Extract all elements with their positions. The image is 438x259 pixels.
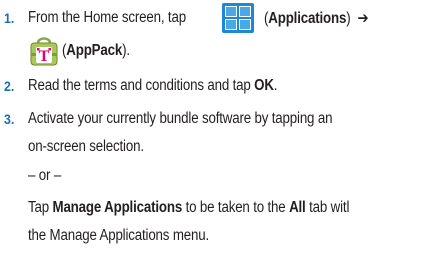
step-1-applications-label: (Applications) ➔ xyxy=(264,10,369,27)
step-1-number: 1. xyxy=(4,10,15,26)
appack-icon: T xyxy=(29,35,59,67)
instruction-document: 1. From the Home screen, tap (Applicatio… xyxy=(0,0,438,259)
applications-icon xyxy=(222,3,254,33)
step-2-line: Read the terms and conditions and tap OK… xyxy=(28,77,278,94)
step-3-line-1: Activate your currently bundle software … xyxy=(28,110,333,127)
all-tab-bold: All xyxy=(289,199,306,216)
ok-bold: OK xyxy=(254,77,274,94)
step-2-number: 2. xyxy=(4,78,15,94)
step-1-text: From the Home screen, tap xyxy=(28,9,186,26)
step-3-or-separator: – or – xyxy=(28,167,62,184)
manage-applications-bold: Manage Applications xyxy=(52,199,183,216)
svg-text:T: T xyxy=(39,48,50,65)
step-3-alt-line-2: the Manage Applications menu. xyxy=(28,227,210,244)
step-1-line-1: From the Home screen, tap xyxy=(28,9,186,27)
arrow-icon: ➔ xyxy=(357,10,369,27)
applications-bold: Applications xyxy=(268,10,347,27)
appack-bold: AppPack xyxy=(66,42,123,59)
step-3-line-2: on-screen selection. xyxy=(28,138,144,155)
step-1-appack-label: (AppPack). xyxy=(62,42,130,59)
step-3-alt-line-1: Tap Manage Applications to be taken to t… xyxy=(28,199,350,216)
step-3-number: 3. xyxy=(4,111,15,127)
